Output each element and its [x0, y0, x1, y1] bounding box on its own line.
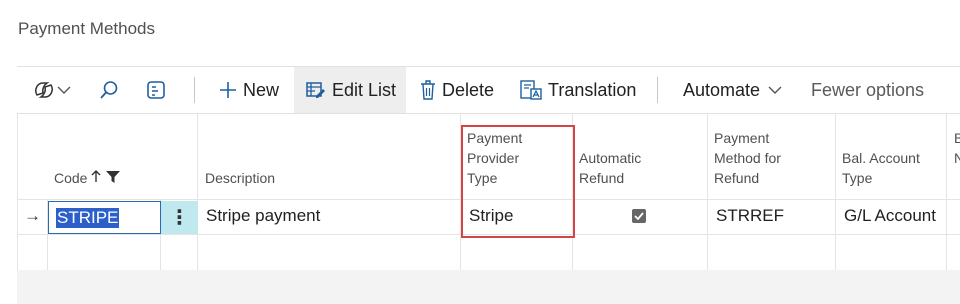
translation-icon	[520, 80, 542, 100]
checkbox-checked-icon[interactable]	[632, 209, 646, 223]
filter-icon	[106, 168, 121, 188]
chevron-down-icon	[57, 85, 71, 95]
plus-icon	[219, 81, 237, 99]
column-header-code[interactable]: Code	[54, 114, 160, 198]
payment-provider-type-cell[interactable]: Stripe	[469, 199, 513, 233]
code-input[interactable]: STRIPE	[48, 201, 161, 234]
fewer-options-button[interactable]: Fewer options	[811, 67, 924, 113]
delete-button[interactable]: Delete	[420, 67, 494, 113]
column-header-automatic-refund[interactable]: Automatic Refund	[579, 114, 704, 198]
row-actions-menu-button[interactable]: ⋮	[161, 201, 198, 234]
column-header-bal-account-type[interactable]: Bal. Account Type	[842, 114, 944, 198]
copilot-icon	[33, 80, 55, 100]
new-button[interactable]: New	[219, 67, 279, 113]
search-icon	[99, 80, 119, 100]
copilot-menu-button[interactable]	[33, 67, 71, 113]
page-title: Payment Methods	[18, 19, 156, 38]
grid-empty-area	[17, 270, 960, 304]
column-header-description[interactable]: Description	[205, 114, 455, 198]
search-button[interactable]	[99, 67, 119, 113]
edit-list-icon	[306, 81, 326, 99]
column-header-payment-provider-type[interactable]: Payment Provider Type	[467, 114, 567, 198]
column-header-truncated[interactable]: B N	[954, 114, 960, 198]
more-vertical-icon: ⋮	[169, 207, 190, 229]
payment-methods-grid: Code Description Payment Provider Type A…	[17, 114, 960, 270]
automatic-refund-cell[interactable]	[632, 199, 646, 233]
translation-button[interactable]: Translation	[520, 67, 636, 113]
trash-icon	[420, 80, 436, 100]
current-row-arrow-icon: →	[24, 206, 41, 225]
filter-pane-button[interactable]	[146, 67, 166, 113]
filter-pane-icon	[146, 80, 166, 100]
payment-method-for-refund-cell[interactable]: STRREF	[716, 199, 784, 233]
chevron-down-icon	[768, 85, 782, 95]
sort-ascending-icon	[91, 168, 101, 188]
column-header-payment-method-for-refund[interactable]: Payment Method for Refund	[714, 114, 832, 198]
description-cell[interactable]: Stripe payment	[206, 199, 320, 233]
edit-list-button[interactable]: Edit List	[294, 67, 406, 113]
bal-account-type-cell[interactable]: G/L Account	[844, 199, 936, 233]
automate-menu-button[interactable]: Automate	[683, 67, 782, 113]
action-bar: New Edit List Delete Translation Automat…	[17, 66, 960, 114]
